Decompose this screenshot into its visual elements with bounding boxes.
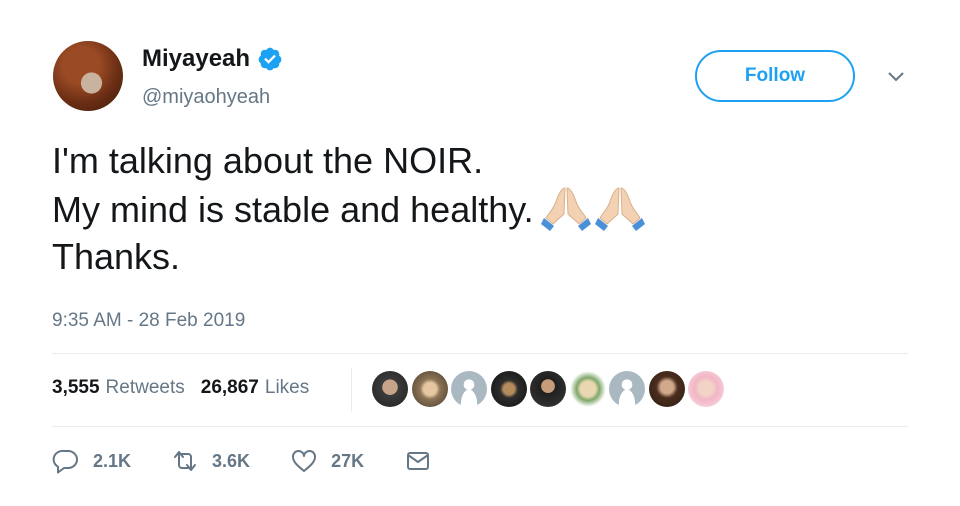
tweet-text: I'm talking about the NOIR. My mind is s… [52, 137, 646, 280]
folded-hands-icon [540, 187, 591, 231]
folded-hands-icon [594, 187, 645, 231]
liker-avatar[interactable] [530, 371, 566, 407]
divider [52, 426, 908, 427]
follow-button[interactable]: Follow [695, 50, 855, 102]
like-action-count: 27K [331, 450, 365, 471]
liker-avatar[interactable] [411, 371, 448, 407]
liker-avatar[interactable] [490, 371, 527, 407]
retweet-action[interactable]: 3.6K [171, 448, 250, 474]
direct-message-action[interactable] [404, 448, 432, 474]
liker-avatar[interactable] [451, 371, 487, 407]
tweet-line: My mind is stable and healthy. [52, 184, 646, 233]
reply-count: 2.1K [93, 450, 132, 471]
retweet-count[interactable]: 3,555 [52, 375, 100, 401]
retweet-icon [174, 451, 197, 471]
user-handle[interactable]: @miyaohyeah [142, 84, 270, 110]
chevron-down-icon[interactable] [886, 70, 906, 84]
user-name-row: Miyayeah [142, 44, 283, 74]
liker-avatar[interactable] [569, 371, 606, 407]
tweet-line: Thanks. [52, 236, 181, 277]
divider [52, 353, 908, 354]
verified-badge-icon [258, 47, 282, 71]
like-action[interactable]: 27K [290, 448, 364, 474]
like-count[interactable]: 26,867 [201, 375, 259, 401]
liker-avatars [372, 371, 728, 407]
heart-icon [292, 450, 317, 472]
liker-avatar[interactable] [648, 371, 685, 407]
tweet-line-text: My mind is stable and healthy. [52, 189, 534, 230]
tweet-line: I'm talking about the NOIR. [52, 140, 484, 181]
retweet-action-count: 3.6K [212, 450, 251, 471]
liker-avatar[interactable] [609, 371, 645, 407]
liker-avatar[interactable] [372, 371, 408, 407]
user-avatar[interactable] [53, 41, 123, 111]
tweet-stats: 3,555 Retweets 26,867 Likes [52, 375, 309, 401]
stats-separator [351, 368, 352, 412]
reply-icon [52, 449, 78, 474]
display-name[interactable]: Miyayeah [142, 44, 250, 74]
like-label[interactable]: Likes [265, 375, 309, 401]
envelope-icon [407, 452, 430, 470]
tweet-timestamp[interactable]: 9:35 AM - 28 Feb 2019 [52, 309, 245, 333]
reply-action[interactable]: 2.1K [52, 448, 131, 474]
tweet-actions: 2.1K 3.6K 27K [52, 448, 432, 474]
retweet-label[interactable]: Retweets [106, 375, 185, 401]
liker-avatar[interactable] [688, 371, 724, 407]
